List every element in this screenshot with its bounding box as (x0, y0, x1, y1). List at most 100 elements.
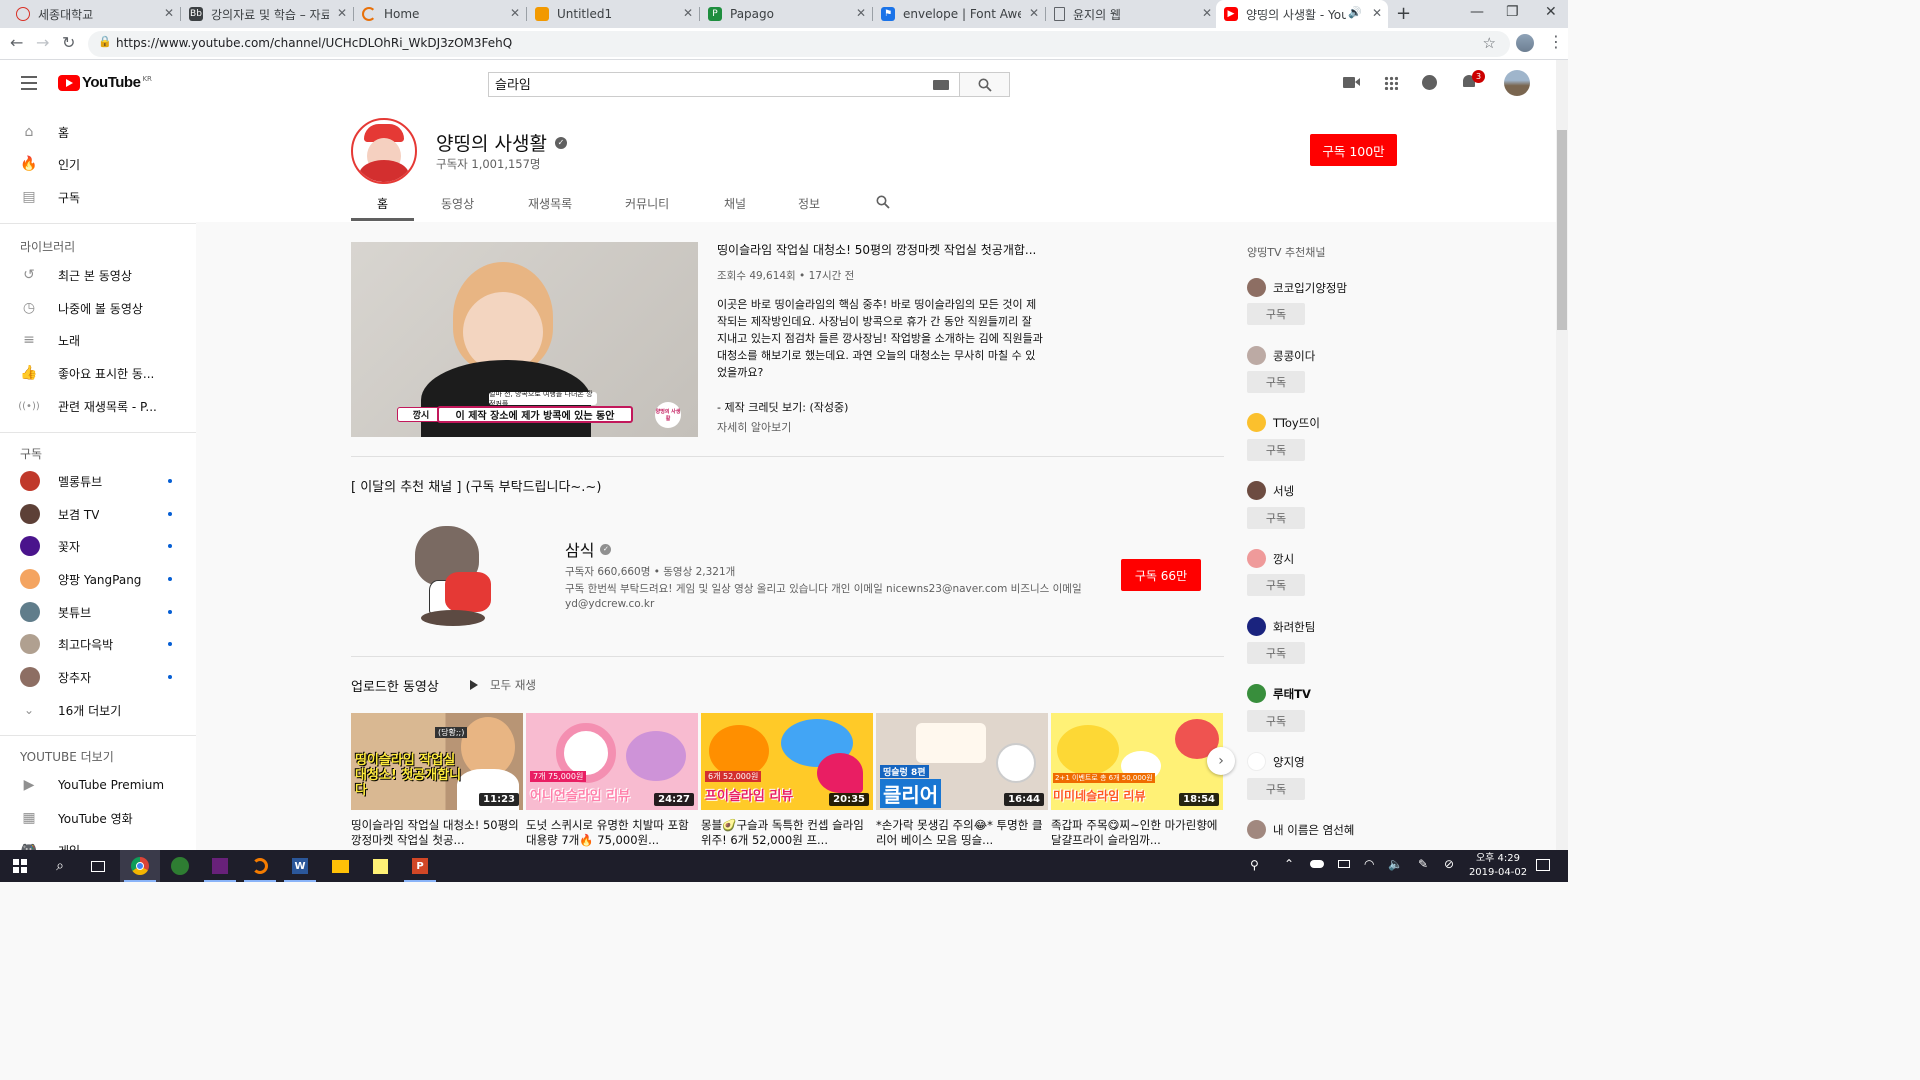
sidebar-item-premium[interactable]: ▶ YouTube Premium (0, 769, 196, 801)
word-taskbar-icon[interactable]: W (280, 850, 320, 882)
task-view-icon[interactable] (78, 850, 118, 882)
tab-close-icon[interactable]: ✕ (683, 6, 693, 20)
tab-videos[interactable]: 동영상 (441, 195, 474, 212)
sidebar-subscription[interactable]: 최고다윽박 (0, 628, 196, 660)
file-explorer-taskbar-icon[interactable] (320, 850, 360, 882)
channel-search-icon[interactable] (876, 195, 890, 209)
tab-close-icon[interactable]: ✕ (164, 6, 174, 20)
browser-tab[interactable]: 윤지의 웹 ✕ (1046, 0, 1218, 28)
browser-tab[interactable]: Untitled1 ✕ (527, 0, 699, 28)
video-thumbnail[interactable]: 6개 52,000원 프이슬라임 리뷰 20:35 (701, 713, 873, 810)
wifi-icon[interactable]: ◠ (1364, 857, 1374, 871)
video-title[interactable]: 도넛 스퀴시로 유명한 치발따 포함 대용량 7개🔥 75,000원... (526, 818, 698, 848)
keyboard-icon[interactable] (933, 80, 949, 90)
shelf-next-arrow-icon[interactable]: › (1207, 747, 1235, 775)
tab-close-icon[interactable]: ✕ (856, 6, 866, 20)
recommended-channel-avatar[interactable] (401, 522, 497, 634)
sidebar-item-subscriptions[interactable]: ▤ 구독 (0, 181, 196, 213)
featured-channel-subscribe-button[interactable]: 구독 (1247, 710, 1305, 732)
new-tab-button[interactable]: + (1396, 3, 1411, 24)
restore-icon[interactable]: ❐ (1506, 4, 1519, 20)
sidebar-subscription[interactable]: 봇튜브 (0, 596, 196, 628)
video-thumbnail[interactable]: 2+1 이벤트로 총 6개 50,000원 미미네슬라임 리뷰 18:54 (1051, 713, 1223, 810)
audio-playing-icon[interactable]: 🔊 (1348, 6, 1362, 19)
apps-grid-icon[interactable] (1384, 76, 1398, 90)
featured-channel-subscribe-button[interactable]: 구독 (1247, 439, 1305, 461)
tab-home[interactable]: 홈 (377, 195, 388, 212)
clock[interactable]: 오후 4:29 2019-04-02 (1468, 852, 1528, 880)
reload-icon[interactable]: ↻ (62, 33, 75, 52)
sidebar-item-history[interactable]: ↺ 최근 본 동영상 (0, 259, 196, 291)
volume-muted-icon[interactable]: 🔈 (1388, 857, 1403, 871)
read-more-link[interactable]: 자세히 알아보기 (717, 419, 791, 435)
page-scrollbar-thumb[interactable] (1557, 130, 1567, 330)
battery-icon[interactable] (1338, 860, 1350, 868)
sidebar-item-watch-later[interactable]: ◷ 나중에 볼 동영상 (0, 292, 196, 324)
sidebar-item-home[interactable]: ⌂ 홈 (0, 116, 196, 148)
featured-video-player[interactable]: 얼마 전, 방콕으로 여행을 다녀온 깡정커플 깡시 이 제작 장소에 제가 방… (351, 242, 698, 437)
play-all-button[interactable]: 모두 재생 (470, 677, 536, 693)
uploads-shelf-title[interactable]: 업로드한 동영상 (351, 676, 439, 695)
ime-icon[interactable]: ⊘ (1444, 857, 1454, 871)
browser-tab-active[interactable]: ▶ 양띵의 사생활 - YouTube 🔊 ✕ (1216, 0, 1388, 28)
forward-icon[interactable]: → (36, 33, 49, 52)
search-input[interactable] (495, 76, 915, 91)
account-avatar[interactable] (1504, 70, 1530, 96)
channel-avatar[interactable] (351, 118, 417, 184)
featured-channel[interactable]: TToy뜨이 (1247, 413, 1437, 433)
video-thumbnail[interactable]: 띵슬렁 8편 클리어 16:44 (876, 713, 1048, 810)
sidebar-item-gaming[interactable]: 🎮 게임 (0, 834, 196, 850)
recommended-subscribe-button[interactable]: 구독 66만 (1121, 559, 1201, 591)
sidebar-subscription[interactable]: 멜롱튜브 (0, 465, 196, 497)
tab-community[interactable]: 커뮤니티 (625, 195, 669, 212)
youtube-logo[interactable]: YouTube KR (58, 74, 152, 91)
tab-close-icon[interactable]: ✕ (337, 6, 347, 20)
video-title[interactable]: 몽블🥑구슬과 독특한 컨셉 슬라임 위주! 6개 52,000원 프... (701, 818, 873, 848)
featured-channel-subscribe-button[interactable]: 구독 (1247, 642, 1305, 664)
browser-tab[interactable]: ⚑ envelope | Font Awesome ✕ (873, 0, 1045, 28)
sidebar-item-liked[interactable]: 👍 좋아요 표시한 동... (0, 357, 196, 389)
window-close-icon[interactable]: ✕ (1545, 4, 1557, 20)
tab-close-icon[interactable]: ✕ (510, 6, 520, 20)
sidebar-item-movies[interactable]: ▦ YouTube 영화 (0, 802, 196, 834)
video-title[interactable]: 족갑파 주목😋찌~인한 마가린향에 달걀프라이 슬라임까... (1051, 818, 1223, 848)
tab-channels[interactable]: 채널 (724, 195, 746, 212)
featured-video-title[interactable]: 띵이슬라임 작업실 대청소! 50평의 깡정마켓 작업실 첫공개합... (717, 241, 1036, 258)
bookmark-star-icon[interactable]: ☆ (1483, 34, 1496, 52)
subscribe-button[interactable]: 구독 100만 (1310, 134, 1397, 166)
address-bar[interactable]: 🔒 https://www.youtube.com/channel/UCHcDL… (88, 31, 1510, 57)
featured-channel[interactable]: 코코입기양정맘 (1247, 278, 1437, 298)
shelf-title[interactable]: [ 이달의 추천 채널 ] (구독 부탁드립니다~.~) (351, 476, 601, 495)
featured-channel-subscribe-button[interactable]: 구독 (1247, 371, 1305, 393)
app-taskbar-icon[interactable] (160, 850, 200, 882)
action-center-icon[interactable] (1536, 859, 1550, 871)
recommended-channel-name[interactable]: 삼식 ✓ (565, 537, 612, 561)
show-hidden-icons-icon[interactable]: ⌃ (1284, 857, 1294, 871)
video-title[interactable]: 띵이슬라임 작업실 대청소! 50평의 깡정마켓 작업실 첫공... (351, 818, 523, 848)
browser-menu-icon[interactable]: ⋮ (1548, 32, 1564, 51)
taskbar-search-icon[interactable]: ⌕ (40, 850, 80, 882)
upload-video-icon[interactable] (1343, 77, 1360, 88)
tab-close-icon[interactable]: ✕ (1372, 6, 1382, 20)
sidebar-subscription[interactable]: 꽃자 (0, 530, 196, 562)
video-title[interactable]: *손가락 못생김 주의😂* 투명한 클리어 베이스 모음 띵슬... (876, 818, 1048, 848)
featured-channel[interactable]: 콩콩이다 (1247, 346, 1437, 366)
tab-close-icon[interactable]: ✕ (1029, 6, 1039, 20)
browser-tab[interactable]: 세종대학교 ✕ (8, 0, 180, 28)
tab-playlists[interactable]: 재생목록 (528, 195, 572, 212)
browser-tab[interactable]: Bb 강의자료 및 학습 – 자료 ✕ (181, 0, 353, 28)
tab-about[interactable]: 정보 (798, 195, 820, 212)
powerpoint-taskbar-icon[interactable]: P (400, 850, 440, 882)
video-thumbnail[interactable]: (당황;;) 띵이슬라임 작업실 대청소! 첫공개합니다 11:23 (351, 713, 523, 810)
sidebar-subscription[interactable]: 양팡 YangPang (0, 563, 196, 595)
sidebar-item-trending[interactable]: 🔥 인기 (0, 148, 196, 180)
featured-channel-subscribe-button[interactable]: 구독 (1247, 303, 1305, 325)
back-icon[interactable]: ← (10, 33, 23, 52)
featured-channel-subscribe-button[interactable]: 구독 (1247, 507, 1305, 529)
featured-channel[interactable]: 화려한팀 (1247, 617, 1437, 637)
featured-channel-subscribe-button[interactable]: 구독 (1247, 778, 1305, 800)
onedrive-icon[interactable] (1310, 860, 1324, 868)
sidebar-item-playlist[interactable]: ≡ 노래 (0, 324, 196, 356)
sidebar-subscription[interactable]: 장추자 (0, 661, 196, 693)
minimize-icon[interactable]: — (1470, 4, 1484, 20)
